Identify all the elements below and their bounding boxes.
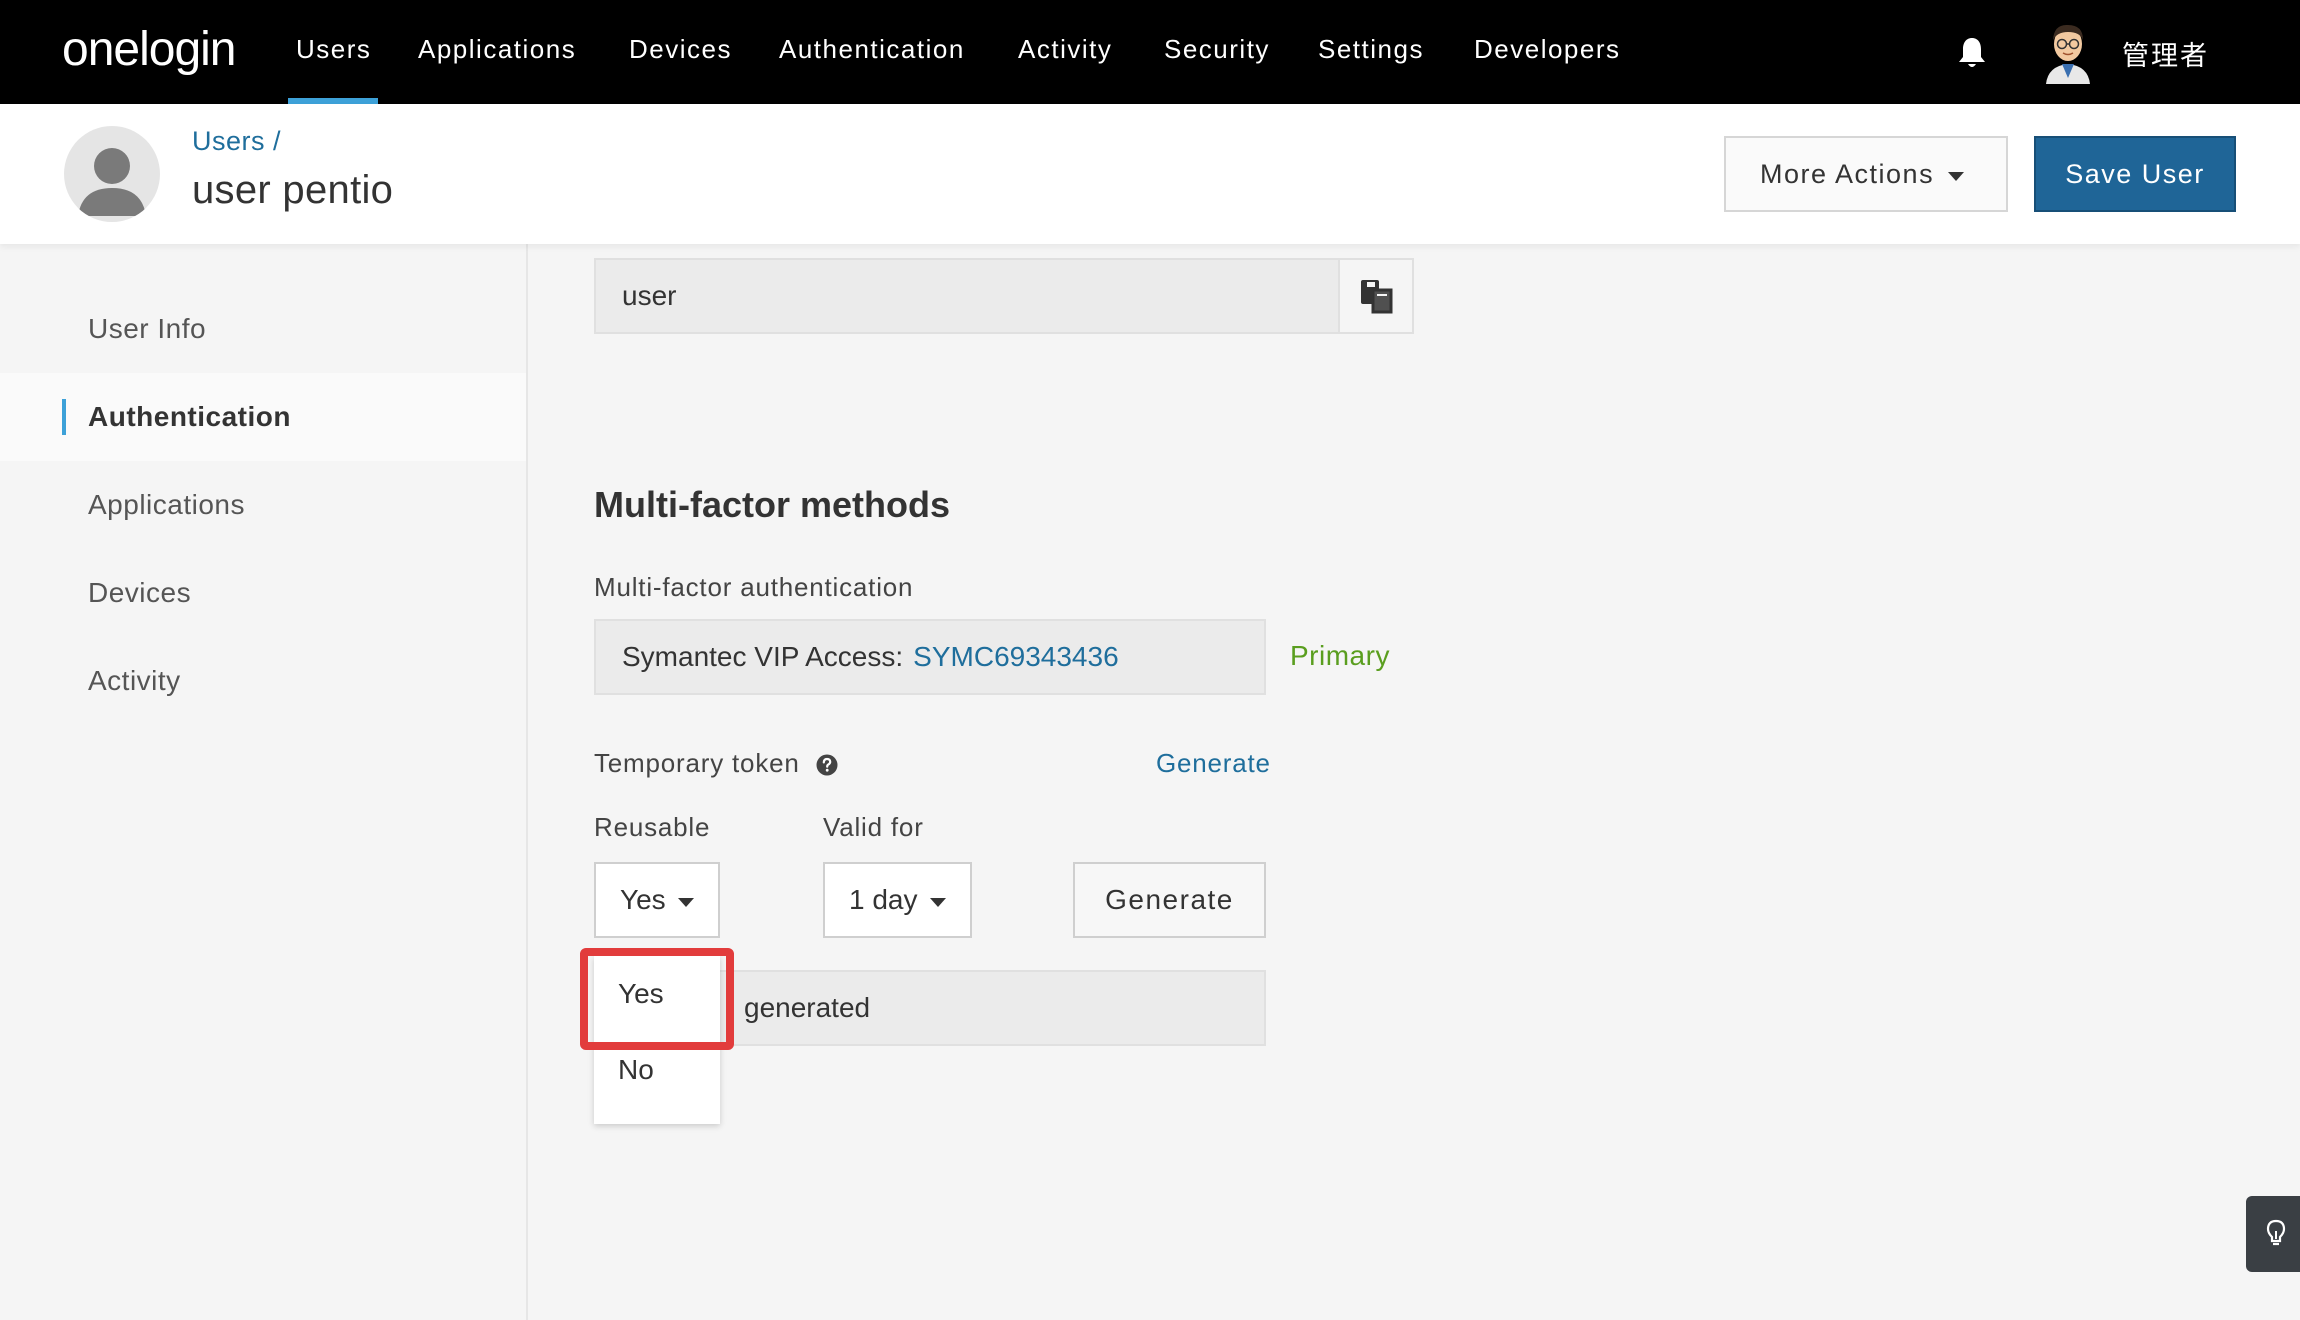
temporary-token-text: Temporary token [594,748,800,778]
reusable-label: Reusable [594,812,711,842]
generate-button[interactable]: Generate [1073,862,1266,938]
reusable-selected-value: Yes [620,884,666,915]
nav-item-devices[interactable]: Devices [629,34,732,65]
mfa-device-field[interactable]: Symantec VIP Access: SYMC69343436 [594,619,1266,695]
lightbulb-icon [2266,1219,2286,1246]
mfa-device-name: Symantec VIP Access: [622,641,904,672]
copy-icon [1361,280,1393,314]
save-user-button[interactable]: Save User [2034,136,2236,212]
valid-for-select[interactable]: 1 day [823,862,972,938]
bell-icon[interactable] [1956,36,1988,70]
nav-item-security[interactable]: Security [1164,34,1270,65]
primary-badge: Primary [1290,640,1390,671]
mfa-device-id-link[interactable]: SYMC69343436 [913,641,1118,673]
copy-button[interactable] [1338,258,1414,334]
top-navigation-bar: onelogin Users Applications Devices Auth… [0,0,2300,104]
sidebar-item-applications[interactable]: Applications [0,461,526,549]
question-circle-icon[interactable] [816,754,838,776]
sidebar-item-authentication[interactable]: Authentication [0,373,526,461]
sidebar-item-activity[interactable]: Activity [0,637,526,725]
user-header: Users / user pentio More Actions Save Us… [0,104,2300,244]
username-field[interactable]: user [594,258,1340,334]
sidebar-item-label: Activity [88,665,181,696]
admin-user-name[interactable]: 管理者 [2122,34,2209,73]
temporary-token-label: Temporary token [594,748,838,779]
sidebar-item-label: Applications [88,489,245,520]
nav-item-authentication[interactable]: Authentication [779,34,965,65]
generate-link[interactable]: Generate [1156,748,1271,779]
lightbulb-button[interactable] [2246,1196,2300,1272]
dropdown-option-no[interactable]: No [594,1032,720,1108]
active-sidebar-indicator [62,399,66,435]
valid-for-selected-value: 1 day [849,884,918,915]
admin-avatar[interactable] [2040,20,2096,84]
mfa-section-title: Multi-factor methods [594,484,950,525]
sidebar-item-label: User Info [88,313,207,344]
page-title: user pentio [192,168,394,212]
username-value: user [622,280,677,311]
valid-for-label: Valid for [823,812,924,842]
onelogin-logo[interactable]: onelogin [62,22,236,77]
dropdown-option-yes[interactable]: Yes [594,956,720,1032]
sidebar: User Info Authentication Applications De… [0,244,528,1320]
chevron-down-icon [930,898,946,907]
nav-item-applications[interactable]: Applications [418,34,576,65]
reusable-dropdown-menu: Yes No [594,956,720,1124]
nav-item-activity[interactable]: Activity [1018,34,1112,65]
more-actions-label: More Actions [1760,158,1935,189]
breadcrumb[interactable]: Users / [192,126,281,157]
user-placeholder-icon [64,126,160,222]
nav-item-users[interactable]: Users [296,34,371,65]
chevron-down-icon [1948,172,1964,181]
sidebar-item-label: Authentication [88,401,291,432]
token-status-text: generated [744,992,871,1023]
nav-item-developers[interactable]: Developers [1474,34,1621,65]
sidebar-item-user-info[interactable]: User Info [0,285,526,373]
nav-item-settings[interactable]: Settings [1318,34,1424,65]
reusable-select[interactable]: Yes [594,862,720,938]
sidebar-item-devices[interactable]: Devices [0,549,526,637]
sidebar-item-label: Devices [88,577,192,608]
chevron-down-icon [678,898,694,907]
more-actions-button[interactable]: More Actions [1724,136,2008,212]
mfa-label: Multi-factor authentication [594,572,914,602]
